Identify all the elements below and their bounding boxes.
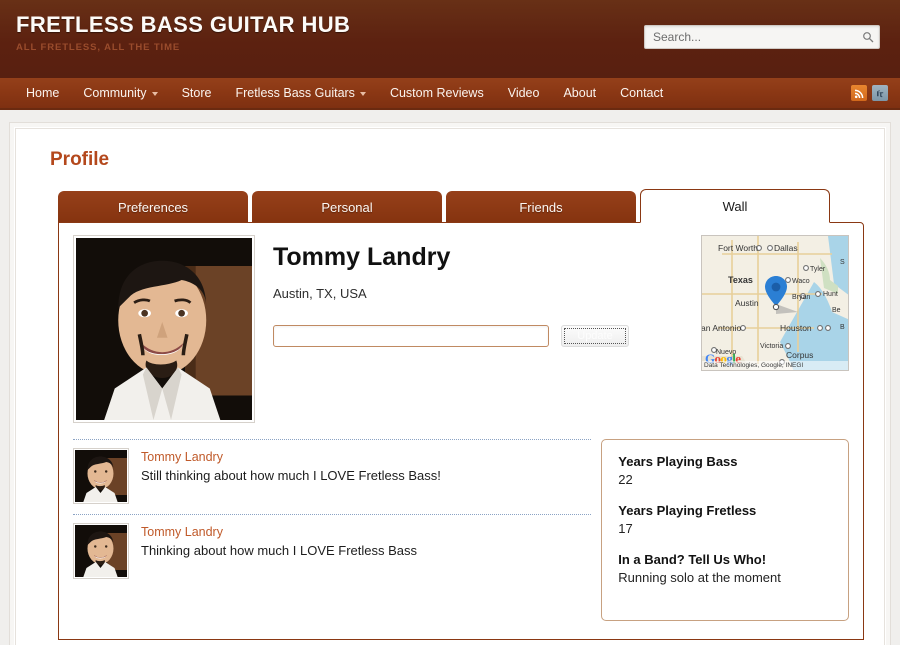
map-attribution: Data Technologies, Google, INEGI <box>702 361 848 370</box>
info-label: In a Band? Tell Us Who! <box>618 552 767 567</box>
search-box[interactable] <box>644 25 880 49</box>
status-input[interactable] <box>273 325 549 347</box>
profile-name: Tommy Landry <box>273 243 451 271</box>
nav-item-label: Video <box>507 86 540 100</box>
avatar-photo <box>75 450 127 502</box>
svg-text:B: B <box>840 324 845 331</box>
wall-feed: Tommy Landry Still thinking about how mu… <box>73 439 592 621</box>
tab-label: Wall <box>722 198 748 214</box>
tab-friends[interactable]: Friends <box>446 191 636 223</box>
svg-text:Austin: Austin <box>735 298 759 308</box>
divider <box>73 514 592 515</box>
wall-post: Tommy Landry Thinking about how much I L… <box>73 523 591 589</box>
nav-item-video[interactable]: Video <box>496 77 552 109</box>
info-value: 22 <box>618 472 633 487</box>
status-update-button[interactable]: Update <box>561 325 629 347</box>
svg-text:Waco: Waco <box>792 278 810 285</box>
svg-text:Tyler: Tyler <box>810 266 826 273</box>
nav-item-home[interactable]: Home <box>14 77 71 109</box>
page-title: Profile <box>50 149 110 170</box>
post-body: Tommy Landry Thinking about how much I L… <box>141 523 417 579</box>
nav-item-label: Contact <box>620 86 664 100</box>
social-links <box>851 85 888 101</box>
svg-text:Dallas: Dallas <box>774 243 798 253</box>
profile-details: Tommy Landry Austin, TX, USA Update <box>255 235 695 423</box>
svg-text:Texas: Texas <box>728 275 753 285</box>
avatar-photo <box>76 238 252 420</box>
rss-icon[interactable] <box>851 85 867 101</box>
svg-text:Be: Be <box>832 307 841 314</box>
profile-header: Tommy Landry Austin, TX, USA Update Fort… <box>73 235 849 423</box>
nav-item-label: Custom Reviews <box>389 86 484 100</box>
nav-item-fretless-bass-guitars[interactable]: Fretless Bass Guitars <box>223 77 377 109</box>
page-frame: Profile Preferences Personal Friends Wal… <box>9 122 891 645</box>
chevron-down-icon <box>359 92 366 96</box>
post-author-avatar[interactable] <box>73 448 129 504</box>
svg-text:S: S <box>840 259 845 266</box>
chevron-down-icon <box>151 92 158 96</box>
brand-title: FRETLESS BASS GUITAR HUB <box>16 12 351 37</box>
svg-text:Fort Worth: Fort Worth <box>718 243 758 253</box>
wall-post: Tommy Landry Still thinking about how mu… <box>73 448 591 514</box>
nav-item-contact[interactable]: Contact <box>608 77 675 109</box>
tab-label: Preferences <box>117 199 189 215</box>
post-author-link[interactable]: Tommy Landry <box>141 525 417 539</box>
tab-preferences[interactable]: Preferences <box>58 191 248 223</box>
info-label: Years Playing Fretless <box>618 503 757 518</box>
post-text: Thinking about how much I LOVE Fretless … <box>141 543 418 558</box>
tab-personal[interactable]: Personal <box>252 191 442 223</box>
svg-text:Bryan: Bryan <box>792 294 810 301</box>
post-body: Tommy Landry Still thinking about how mu… <box>141 448 441 504</box>
info-value: Running solo at the moment <box>618 570 781 585</box>
nav-item-label: Fretless Bass Guitars <box>235 86 355 100</box>
divider <box>73 439 592 440</box>
profile-location: Austin, TX, USA <box>273 286 367 301</box>
tab-wall[interactable]: Wall <box>640 189 830 223</box>
tab-label: Personal <box>321 199 373 215</box>
nav-item-label: About <box>563 86 597 100</box>
content-panel: Profile Preferences Personal Friends Wal… <box>15 128 885 645</box>
location-map[interactable]: Fort Worth Dallas Tyler S Texas Waco Aus… <box>701 235 849 371</box>
status-update-row: Update <box>273 325 695 347</box>
site-brand[interactable]: FRETLESS BASS GUITAR HUB ALL FRETLESS, A… <box>16 12 351 54</box>
nav-item-community[interactable]: Community <box>71 77 169 109</box>
info-label: Years Playing Bass <box>618 454 738 469</box>
wall-area: Tommy Landry Still thinking about how mu… <box>73 439 849 621</box>
post-author-avatar[interactable] <box>73 523 129 579</box>
nav-item-store[interactable]: Store <box>170 77 224 109</box>
svg-text:Houston: Houston <box>780 323 812 333</box>
post-text: Still thinking about how much I LOVE Fre… <box>141 468 441 483</box>
nav-item-label: Community <box>83 86 147 100</box>
search-input[interactable] <box>645 26 857 48</box>
profile-info-box: Years Playing Bass 22 Years Playing Fret… <box>601 439 849 621</box>
nav-item-label: Home <box>26 86 60 100</box>
profile-avatar <box>73 235 255 423</box>
avatar-photo <box>75 525 127 577</box>
site-header: FRETLESS BASS GUITAR HUB ALL FRETLESS, A… <box>0 0 900 78</box>
nav-item-about[interactable]: About <box>551 77 608 109</box>
twitter-icon[interactable] <box>872 85 888 101</box>
nav-item-label: Store <box>181 86 212 100</box>
post-author-link[interactable]: Tommy Landry <box>141 450 441 464</box>
brand-tagline: ALL FRETLESS, ALL THE TIME <box>16 42 181 53</box>
tab-label: Friends <box>519 199 563 215</box>
svg-text:Corpus: Corpus <box>786 350 813 360</box>
svg-text:Victoria: Victoria <box>760 343 783 350</box>
svg-text:an Antonio: an Antonio <box>702 323 741 333</box>
profile-tabs: Preferences Personal Friends Wall <box>58 189 864 223</box>
wall-tab-panel: Tommy Landry Austin, TX, USA Update Fort… <box>58 222 864 640</box>
main-navigation: Home Community Store Fretless Bass Guita… <box>0 78 900 110</box>
nav-item-custom-reviews[interactable]: Custom Reviews <box>378 77 496 109</box>
info-value: 17 <box>618 521 633 536</box>
svg-text:Hunt: Hunt <box>823 291 838 298</box>
search-icon[interactable] <box>857 26 879 48</box>
